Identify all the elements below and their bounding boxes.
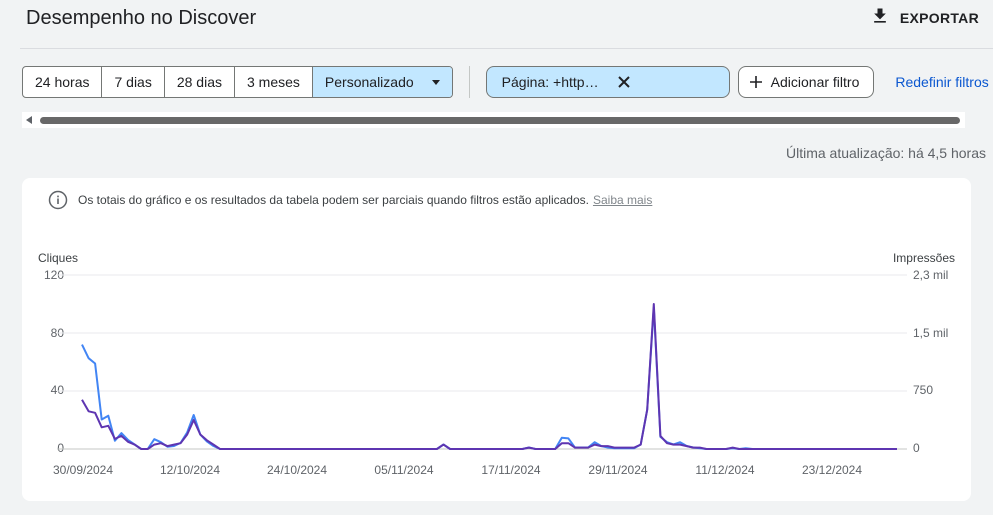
range-3-months[interactable]: 3 meses [235, 67, 313, 97]
export-button[interactable]: EXPORTAR [870, 6, 979, 29]
last-update-text: Última atualização: há 4,5 horas [786, 145, 986, 161]
reset-filters-link[interactable]: Redefinir filtros [895, 74, 988, 90]
plus-icon [749, 75, 763, 89]
range-custom[interactable]: Personalizado [312, 67, 452, 97]
horizontal-scrollbar[interactable] [22, 112, 965, 128]
date-range-selector: 24 horas 7 dias 28 dias 3 meses Personal… [22, 66, 453, 98]
range-7-days[interactable]: 7 dias [102, 67, 165, 97]
filter-separator [468, 66, 470, 98]
range-custom-label: Personalizado [324, 74, 414, 90]
header-divider [20, 48, 993, 49]
header: Desempenho no Discover EXPORTAR [0, 0, 993, 50]
chart-card: Os totais do gráfico e os resultados da … [22, 178, 971, 501]
impressions-series-line [81, 306, 897, 450]
filter-bar: 24 horas 7 dias 28 dias 3 meses Personal… [22, 66, 989, 98]
add-filter-label: Adicionar filtro [770, 74, 860, 90]
range-24-hours[interactable]: 24 horas [23, 67, 103, 97]
page-title: Desempenho no Discover [26, 7, 257, 29]
scroll-left-icon[interactable] [26, 116, 32, 124]
scrollbar-thumb[interactable] [40, 117, 960, 124]
page-filter-chip[interactable]: Página: +https://backlogger... [485, 66, 730, 98]
add-filter-button[interactable]: Adicionar filtro [737, 66, 875, 98]
page-filter-label: Página: +https://backlogger... [501, 74, 604, 90]
performance-chart[interactable] [22, 178, 971, 501]
caret-down-icon [431, 79, 440, 85]
clicks-series-line [81, 303, 897, 450]
export-label: EXPORTAR [899, 9, 979, 26]
range-28-days[interactable]: 28 dias [165, 67, 235, 97]
download-icon [870, 6, 890, 29]
close-icon[interactable] [617, 75, 719, 89]
